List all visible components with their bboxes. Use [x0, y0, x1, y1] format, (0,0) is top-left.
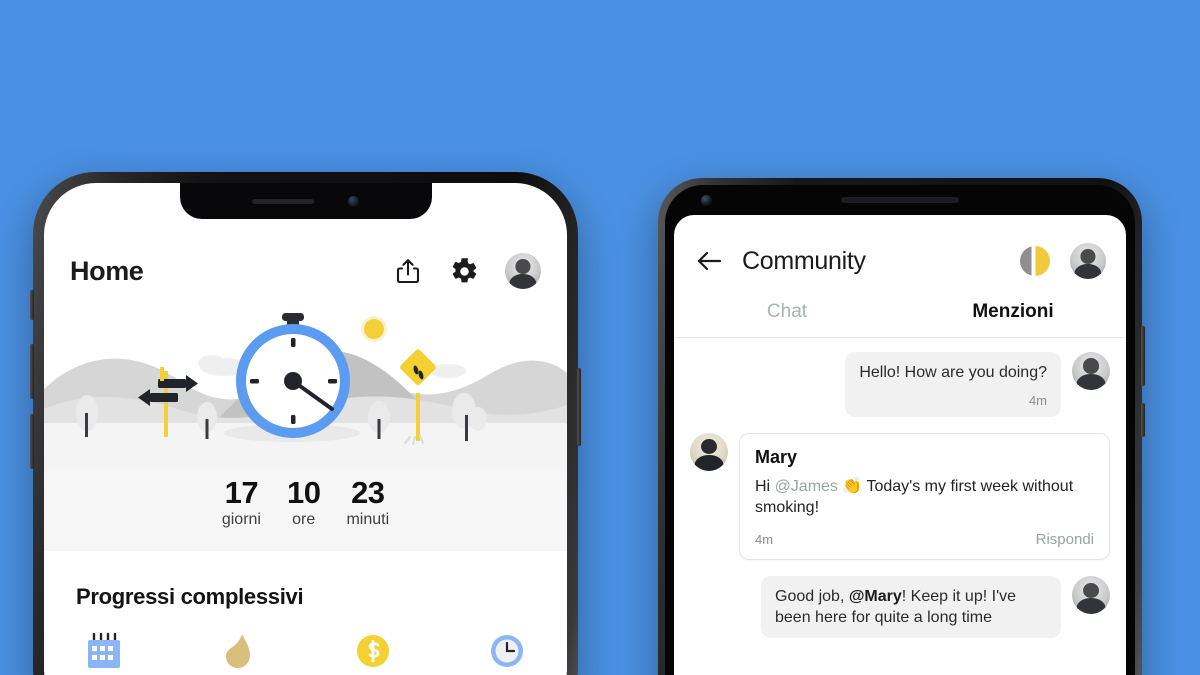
- message-text: Good job, @Mary! Keep it up! I've been h…: [775, 587, 1047, 629]
- progress-icon-row: [76, 628, 535, 672]
- counter-value: 23: [351, 475, 385, 510]
- community-tabs: Chat Menzioni: [674, 301, 1126, 338]
- share-icon[interactable]: [393, 256, 423, 286]
- mention-token[interactable]: @Mary: [849, 588, 902, 605]
- message-time: 4m: [755, 532, 774, 548]
- calendar-icon[interactable]: [82, 628, 126, 672]
- volume-button[interactable]: [1141, 403, 1145, 437]
- counter-value: 10: [286, 475, 321, 510]
- counter-days: 17 giorni: [221, 475, 261, 529]
- page-title: Community: [742, 246, 866, 275]
- earpiece-speaker: [841, 197, 959, 203]
- volume-up-button[interactable]: [30, 344, 34, 399]
- volume-down-button[interactable]: [30, 414, 34, 469]
- left-phone-screen: Home 17 giorni 10 ore 23 minuti Progress…: [44, 183, 567, 675]
- message-author: Mary: [755, 446, 798, 467]
- counter-value: 17: [224, 475, 259, 510]
- mentions-message-list: Hello! How are you doing? 4m Mary Hi @Ja…: [674, 338, 1126, 638]
- avatar[interactable]: [1070, 243, 1106, 279]
- iphone-notch: [179, 183, 432, 219]
- tab-mentions[interactable]: Menzioni: [900, 301, 1126, 337]
- right-phone-device: Community Chat Menzioni Hello! How are y…: [658, 178, 1145, 675]
- message-text: Hi @James 👏 Today's my first week withou…: [755, 476, 1094, 519]
- countdown-counters: 17 giorni 10 ore 23 minuti: [44, 471, 567, 551]
- section-title: Progressi complessivi: [76, 583, 304, 609]
- avatar[interactable]: [1072, 576, 1110, 615]
- front-camera-icon: [701, 194, 712, 206]
- coin-dollar-icon[interactable]: [351, 628, 395, 672]
- counter-minutes: 23 minuti: [346, 475, 390, 529]
- clock-icon[interactable]: [485, 628, 529, 672]
- left-phone-device: Home 17 giorni 10 ore 23 minuti Progress…: [30, 172, 581, 675]
- android-bezel: Community Chat Menzioni Hello! How are y…: [665, 185, 1135, 675]
- header-actions: [1020, 243, 1106, 279]
- overall-progress-card: Progressi complessivi: [44, 559, 567, 672]
- message-row: Mary Hi @James 👏 Today's my first week w…: [690, 432, 1110, 561]
- back-arrow-icon[interactable]: [694, 246, 724, 276]
- message-time: 4m: [1028, 392, 1047, 408]
- avatar[interactable]: [1072, 352, 1110, 390]
- power-button[interactable]: [577, 368, 581, 446]
- avatar[interactable]: [690, 432, 728, 471]
- half-moon-badge-icon[interactable]: [1020, 246, 1050, 276]
- counter-label: minuti: [346, 510, 390, 528]
- smoke-cloud-icon[interactable]: [216, 628, 260, 672]
- message-text: Hello! How are you doing?: [859, 364, 1047, 381]
- counter-label: giorni: [221, 510, 261, 528]
- counter-hours: 10 ore: [286, 475, 321, 529]
- counter-label: ore: [292, 510, 316, 528]
- power-button[interactable]: [1141, 326, 1145, 386]
- tab-chat[interactable]: Chat: [674, 301, 900, 337]
- community-header: Community: [674, 215, 1126, 279]
- message-row: Hello! How are you doing? 4m: [690, 352, 1110, 417]
- card-footer: 4m Rispondi: [755, 531, 1094, 548]
- gear-icon[interactable]: [449, 256, 479, 286]
- message-text-before: Good job,: [775, 588, 849, 606]
- message-bubble[interactable]: Good job, @Mary! Keep it up! I've been h…: [761, 576, 1061, 638]
- mute-switch[interactable]: [30, 290, 34, 320]
- avatar[interactable]: [505, 253, 541, 289]
- mention-token[interactable]: @James: [775, 478, 838, 495]
- header-actions: [393, 253, 541, 289]
- stopwatch-landscape-illustration: [44, 305, 567, 471]
- earpiece-speaker: [252, 198, 314, 204]
- message-text-before: Hi: [755, 477, 775, 495]
- reply-button[interactable]: Rispondi: [1036, 531, 1094, 548]
- mention-card[interactable]: Mary Hi @James 👏 Today's my first week w…: [739, 432, 1110, 561]
- message-bubble[interactable]: Hello! How are you doing? 4m: [845, 352, 1061, 417]
- right-phone-screen: Community Chat Menzioni Hello! How are y…: [674, 215, 1126, 675]
- page-title: Home: [70, 255, 144, 286]
- message-row: Good job, @Mary! Keep it up! I've been h…: [690, 576, 1110, 638]
- clap-emoji: 👏: [842, 477, 863, 495]
- android-top-hardware: [665, 185, 1135, 215]
- front-camera-icon: [348, 195, 359, 207]
